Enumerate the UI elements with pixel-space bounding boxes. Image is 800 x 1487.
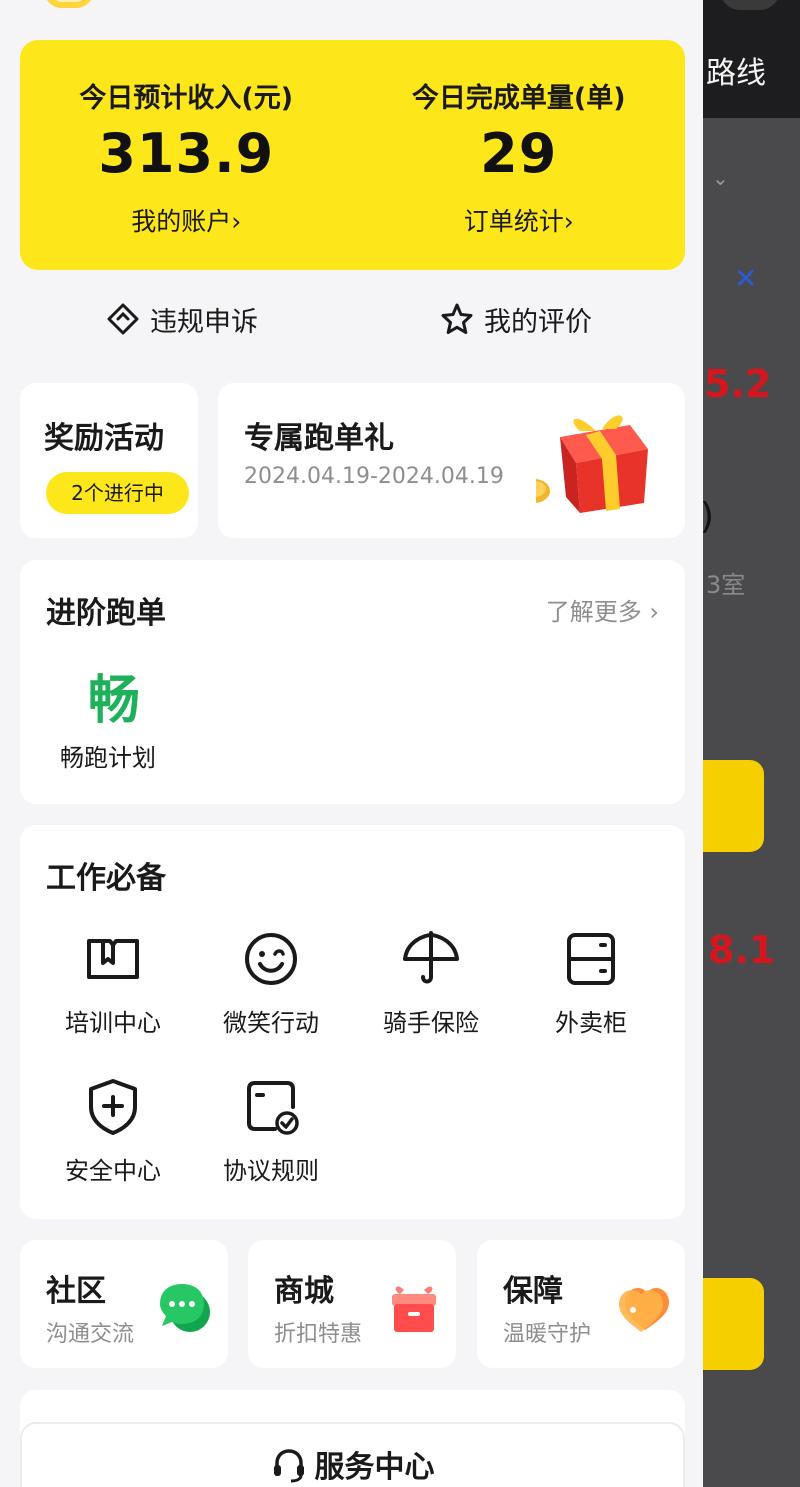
umbrella-icon (403, 931, 459, 984)
tool-label: 培训中心 (65, 1009, 161, 1037)
rider-insurance-button[interactable]: 骑手保险 (356, 929, 506, 1049)
my-rating-button[interactable]: 我的评价 (440, 296, 592, 342)
background-amount-2: 8.1 (708, 928, 776, 972)
orders-value: 29 (480, 122, 558, 185)
avatar[interactable] (44, 0, 94, 8)
tool-label: 安全中心 (65, 1157, 161, 1185)
safety-center-button[interactable]: 安全中心 (38, 1077, 188, 1197)
gift-box-icon (392, 1286, 436, 1332)
background-route-label[interactable]: 路线 (706, 48, 766, 92)
orders-column: 今日完成单量(单) 29 订单统计› (353, 40, 686, 270)
star-icon (441, 303, 473, 334)
smooth-run-plan-icon[interactable]: 畅 (84, 658, 144, 733)
reward-activities-card[interactable]: 奖励活动 2个进行中 (20, 383, 198, 538)
headset-icon (273, 1449, 304, 1483)
tool-label: 骑手保险 (383, 1009, 479, 1037)
status-badge: 2个进行中 (46, 472, 189, 514)
work-essentials-card: 工作必备 培训中心 微笑行动 骑手保险 外卖柜 安全中心 协议规则 (20, 825, 685, 1219)
mall-card[interactable]: 商城 折扣特惠 (248, 1240, 456, 1368)
appeal-label: 违规申诉 (150, 306, 258, 338)
income-label: 今日预计收入(元) (79, 83, 294, 114)
protection-subtitle: 温暖守护 (503, 1322, 592, 1347)
my-account-link[interactable]: 我的账户› (20, 202, 353, 238)
work-essentials-title: 工作必备 (46, 861, 166, 896)
gift-title: 专属跑单礼 (244, 421, 394, 456)
appeal-button[interactable]: 违规申诉 (106, 296, 258, 342)
smile-icon (245, 933, 297, 985)
income-summary-card: 今日预计收入(元) 313.9 我的账户› 今日完成单量(单) 29 订单统计› (20, 40, 685, 270)
gift-box-icon (536, 415, 648, 513)
diamond-flag-icon (107, 303, 139, 335)
tool-label: 微笑行动 (223, 1009, 319, 1037)
heart-icon (619, 1288, 669, 1332)
service-center-section: 服务中心 (20, 1390, 685, 1487)
learn-more-link[interactable]: 了解更多 › (546, 592, 659, 627)
close-icon[interactable]: ✕ (734, 262, 757, 295)
advanced-running-card: 进阶跑单 了解更多 › 畅 畅跑计划 (20, 560, 685, 804)
mall-subtitle: 折扣特惠 (274, 1322, 363, 1347)
community-card[interactable]: 社区 沟通交流 (20, 1240, 228, 1368)
delivery-locker-button[interactable]: 外卖柜 (516, 929, 666, 1049)
exclusive-gift-card[interactable]: 专属跑单礼 2024.04.19-2024.04.19 (218, 383, 685, 538)
background-action-button-2[interactable] (700, 1278, 764, 1370)
orders-label: 今日完成单量(单) (411, 83, 626, 114)
community-title: 社区 (46, 1274, 106, 1309)
gift-date-range: 2024.04.19-2024.04.19 (244, 464, 504, 489)
background-action-button[interactable] (700, 760, 764, 852)
tool-label: 协议规则 (223, 1157, 319, 1185)
community-subtitle: 沟通交流 (46, 1322, 135, 1347)
background-address: 3室 (706, 571, 746, 599)
locker-icon (567, 933, 615, 985)
book-icon (87, 939, 139, 979)
income-column: 今日预计收入(元) 313.9 我的账户› (20, 40, 353, 270)
protection-title: 保障 (503, 1274, 563, 1309)
tool-label: 外卖柜 (555, 1009, 627, 1037)
side-drawer: 今日预计收入(元) 313.9 我的账户› 今日完成单量(单) 29 订单统计›… (0, 0, 703, 1487)
training-center-button[interactable]: 培训中心 (38, 929, 188, 1049)
smooth-run-plan-label[interactable]: 畅跑计划 (60, 738, 156, 773)
mall-title: 商城 (274, 1274, 334, 1309)
chat-bubble-icon (160, 1284, 210, 1332)
service-center-label: 服务中心 (20, 1442, 685, 1486)
background-amount: 5.2 (704, 362, 772, 406)
advanced-title: 进阶跑单 (46, 596, 166, 631)
shield-plus-icon (89, 1079, 137, 1135)
agreement-rules-button[interactable]: 协议规则 (196, 1077, 346, 1197)
income-value: 313.9 (98, 122, 275, 185)
service-center-text: 服务中心 (314, 1450, 435, 1485)
protection-card[interactable]: 保障 温暖守护 (477, 1240, 685, 1368)
rating-label: 我的评价 (484, 306, 592, 338)
document-check-icon (247, 1081, 299, 1135)
smile-action-button[interactable]: 微笑行动 (196, 929, 346, 1049)
order-stats-link[interactable]: 订单统计› (353, 202, 686, 238)
reward-title: 奖励活动 (44, 421, 164, 456)
background-chevron-icon: ⌄ (712, 166, 729, 190)
